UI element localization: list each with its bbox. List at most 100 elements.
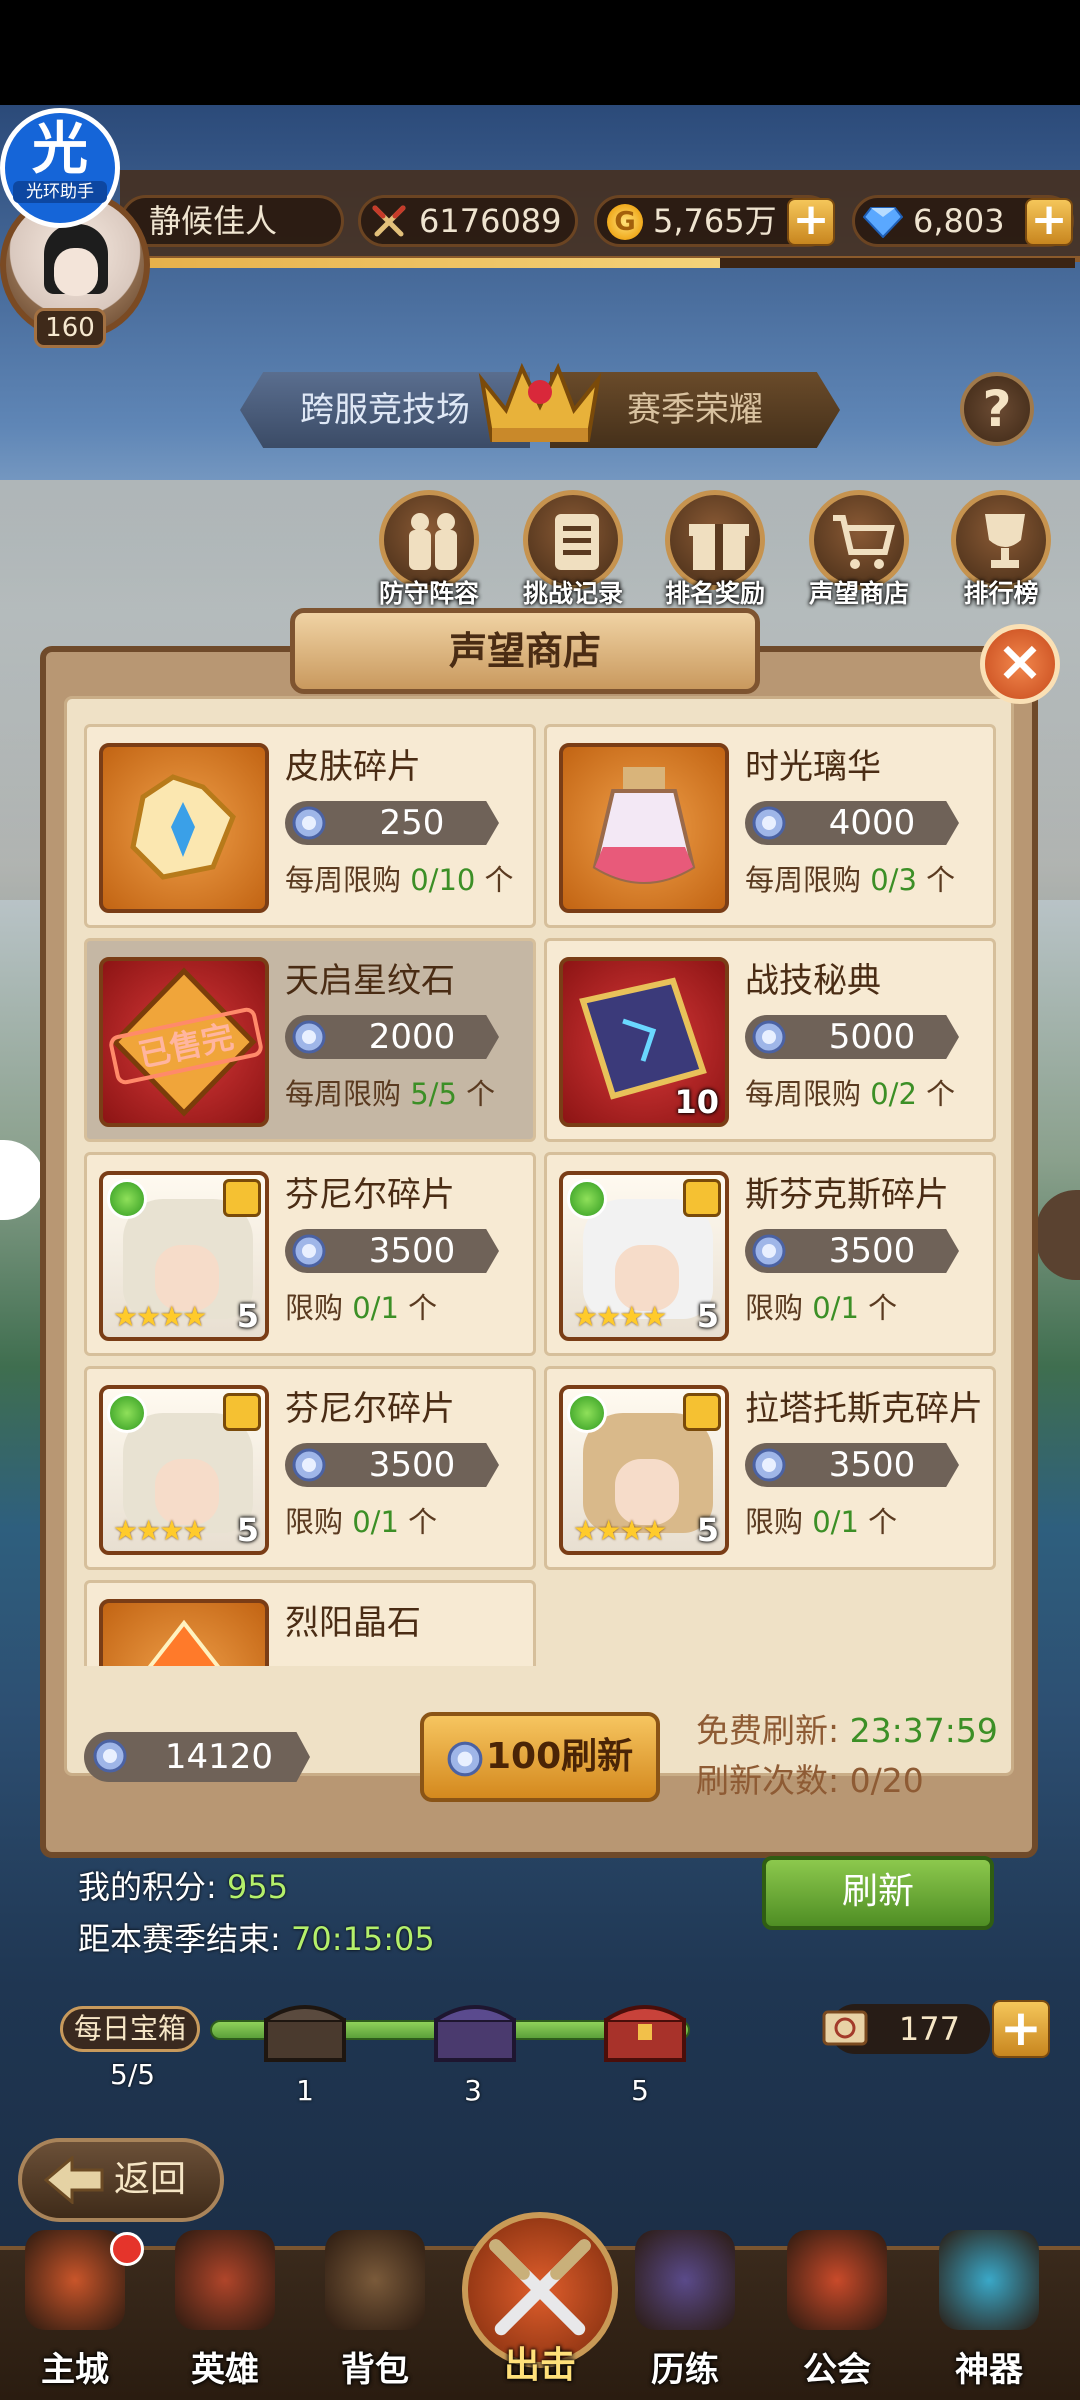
help-button[interactable]: ?	[960, 372, 1034, 446]
challenge-ticket-pill: 177	[822, 2004, 990, 2054]
item-name: 时光璃华	[745, 747, 881, 787]
paid-refresh-button[interactable]: 100刷新	[420, 1712, 660, 1802]
hero-portrait-icon: ★★★★ 5	[559, 1171, 729, 1341]
add-gold-button[interactable]: +	[787, 198, 835, 246]
chest-icon[interactable]	[430, 1994, 520, 2064]
prestige-coin-icon	[292, 1448, 326, 1482]
player-name-pill[interactable]: 静候佳人	[120, 195, 344, 247]
chest-milestone: 1	[296, 2074, 314, 2107]
nav-label: 历练	[651, 2350, 719, 2390]
record-icon	[555, 514, 599, 570]
shop-item-card[interactable]: 10 战技秘典 5000 每周限购 0/2 个	[544, 938, 996, 1142]
limit-value: 0/3	[870, 863, 917, 897]
limit-prefix: 每周限购	[285, 863, 411, 897]
gift-icon	[689, 524, 749, 570]
daily-chest-label: 每日宝箱	[60, 2006, 200, 2052]
limit-suffix: 个	[916, 863, 956, 897]
limit-suffix: 个	[858, 1291, 898, 1325]
item-price-value: 2000	[368, 1017, 456, 1057]
limit-prefix: 限购	[745, 1291, 813, 1325]
chest-milestone: 3	[464, 2074, 482, 2107]
item-price-value: 250	[379, 803, 445, 843]
purchase-limit: 每周限购 0/3 个	[745, 857, 955, 899]
item-name: 战技秘典	[745, 961, 881, 1001]
nav-castle[interactable]: 主城	[0, 2230, 150, 2400]
artifact-icon	[939, 2230, 1039, 2330]
nav-artifact[interactable]: 神器	[914, 2230, 1064, 2400]
limit-value: 0/1	[352, 1505, 399, 1539]
rarity-stars: ★★★★	[113, 1300, 207, 1333]
shop-item-card[interactable]: ★★★★ 5 斯芬克斯碎片 3500 限购 0/1 个	[544, 1152, 996, 1356]
item-count: 5	[696, 1297, 719, 1335]
shop-item-card[interactable]: 已售完 天启星纹石 2000 每周限购 5/5 个	[84, 938, 536, 1142]
shop-item-card[interactable]: 烈阳晶石	[84, 1580, 536, 1666]
potion-icon	[559, 743, 729, 913]
power-value: 6176089	[419, 202, 562, 240]
prestige-coin-icon	[292, 1020, 326, 1054]
guild-icon	[787, 2230, 887, 2330]
season-end: 距本赛季结束: 70:15:05	[78, 1914, 435, 1960]
prestige-coin-icon	[292, 806, 326, 840]
menu-trophy[interactable]: 排行榜	[946, 490, 1056, 608]
add-ticket-button[interactable]: +	[992, 2000, 1050, 2058]
limit-suffix: 个	[475, 863, 514, 897]
helper-badge[interactable]: 光 光环助手	[0, 108, 120, 228]
hero-portrait-icon: ★★★★ 5	[559, 1385, 729, 1555]
item-count: 5	[696, 1511, 719, 1549]
puzzle-piece-icon	[223, 1393, 261, 1431]
crossed-swords-icon	[372, 205, 406, 237]
hero-portrait-icon: ★★★★ 5	[99, 1385, 269, 1555]
menu-cart[interactable]: 声望商店	[804, 490, 914, 608]
item-price-value: 3500	[368, 1231, 456, 1271]
crystal-icon	[99, 1599, 269, 1666]
shop-item-card[interactable]: ★★★★ 5 拉塔托斯克碎片 3500 限购 0/1 个	[544, 1366, 996, 1570]
puzzle-piece-icon	[683, 1393, 721, 1431]
nav-training[interactable]: 历练	[610, 2230, 760, 2400]
close-button[interactable]: ×	[980, 624, 1060, 704]
menu-gift[interactable]: 排名奖励	[660, 490, 770, 608]
nav-attack[interactable]: 出击	[462, 2212, 618, 2400]
back-button[interactable]: 返回	[18, 2138, 224, 2222]
limit-value: 5/5	[410, 1077, 457, 1111]
chest-icon[interactable]	[260, 1994, 350, 2064]
limit-prefix: 每周限购	[285, 1077, 411, 1111]
nav-guild[interactable]: 公会	[762, 2230, 912, 2400]
nav-label: 英雄	[191, 2350, 259, 2390]
nav-backpack[interactable]: 背包	[300, 2230, 450, 2400]
hero-class-icon	[567, 1393, 607, 1433]
nav-label: 主城	[41, 2350, 109, 2390]
purchase-limit: 每周限购 0/10 个	[285, 857, 514, 899]
add-gem-button[interactable]: +	[1025, 198, 1073, 246]
rarity-stars: ★★★★	[573, 1514, 667, 1547]
free-refresh-timer: 23:37:59	[849, 1711, 998, 1750]
item-price: 4000	[745, 801, 959, 845]
season-end-timer: 70:15:05	[290, 1920, 435, 1958]
nav-hero[interactable]: 英雄	[150, 2230, 300, 2400]
prestige-coin-icon	[447, 1741, 483, 1777]
shop-item-card[interactable]: ★★★★ 5 芬尼尔碎片 3500 限购 0/1 个	[84, 1152, 536, 1356]
item-price: 250	[285, 801, 499, 845]
rarity-stars: ★★★★	[113, 1514, 207, 1547]
limit-prefix: 限购	[285, 1291, 353, 1325]
item-price: 3500	[285, 1443, 499, 1487]
refresh-count: 刷新次数: 0/20	[696, 1761, 924, 1800]
menu-defense-team[interactable]: 防守阵容	[374, 490, 484, 608]
menu-record[interactable]: 挑战记录	[518, 490, 628, 608]
item-name: 拉塔托斯克碎片	[745, 1389, 983, 1429]
limit-prefix: 每周限购	[745, 863, 871, 897]
arena-tabs: 跨服竞技场 赛季荣耀	[240, 362, 840, 452]
item-price: 2000	[285, 1015, 499, 1059]
menu-label: 声望商店	[808, 579, 909, 608]
shop-item-grid[interactable]: 皮肤碎片 250 每周限购 0/10 个时光璃华 4000 每周限购 0/3 个已售完天…	[84, 724, 1000, 1666]
refresh-opponents-button[interactable]: 刷新	[762, 1856, 994, 1930]
limit-prefix: 限购	[285, 1505, 353, 1539]
chest-icon[interactable]	[600, 1994, 690, 2064]
shop-item-card[interactable]: 时光璃华 4000 每周限购 0/3 个	[544, 724, 996, 928]
nav-label: 背包	[341, 2350, 409, 2390]
ticket-count: 177	[898, 2010, 960, 2048]
refresh-info: 免费刷新: 23:37:59 刷新次数: 0/20	[696, 1706, 998, 1806]
shop-item-card[interactable]: ★★★★ 5 芬尼尔碎片 3500 限购 0/1 个	[84, 1366, 536, 1570]
power-pill: 6176089	[358, 195, 578, 247]
back-label: 返回	[114, 2159, 187, 2200]
shop-item-card[interactable]: 皮肤碎片 250 每周限购 0/10 个	[84, 724, 536, 928]
